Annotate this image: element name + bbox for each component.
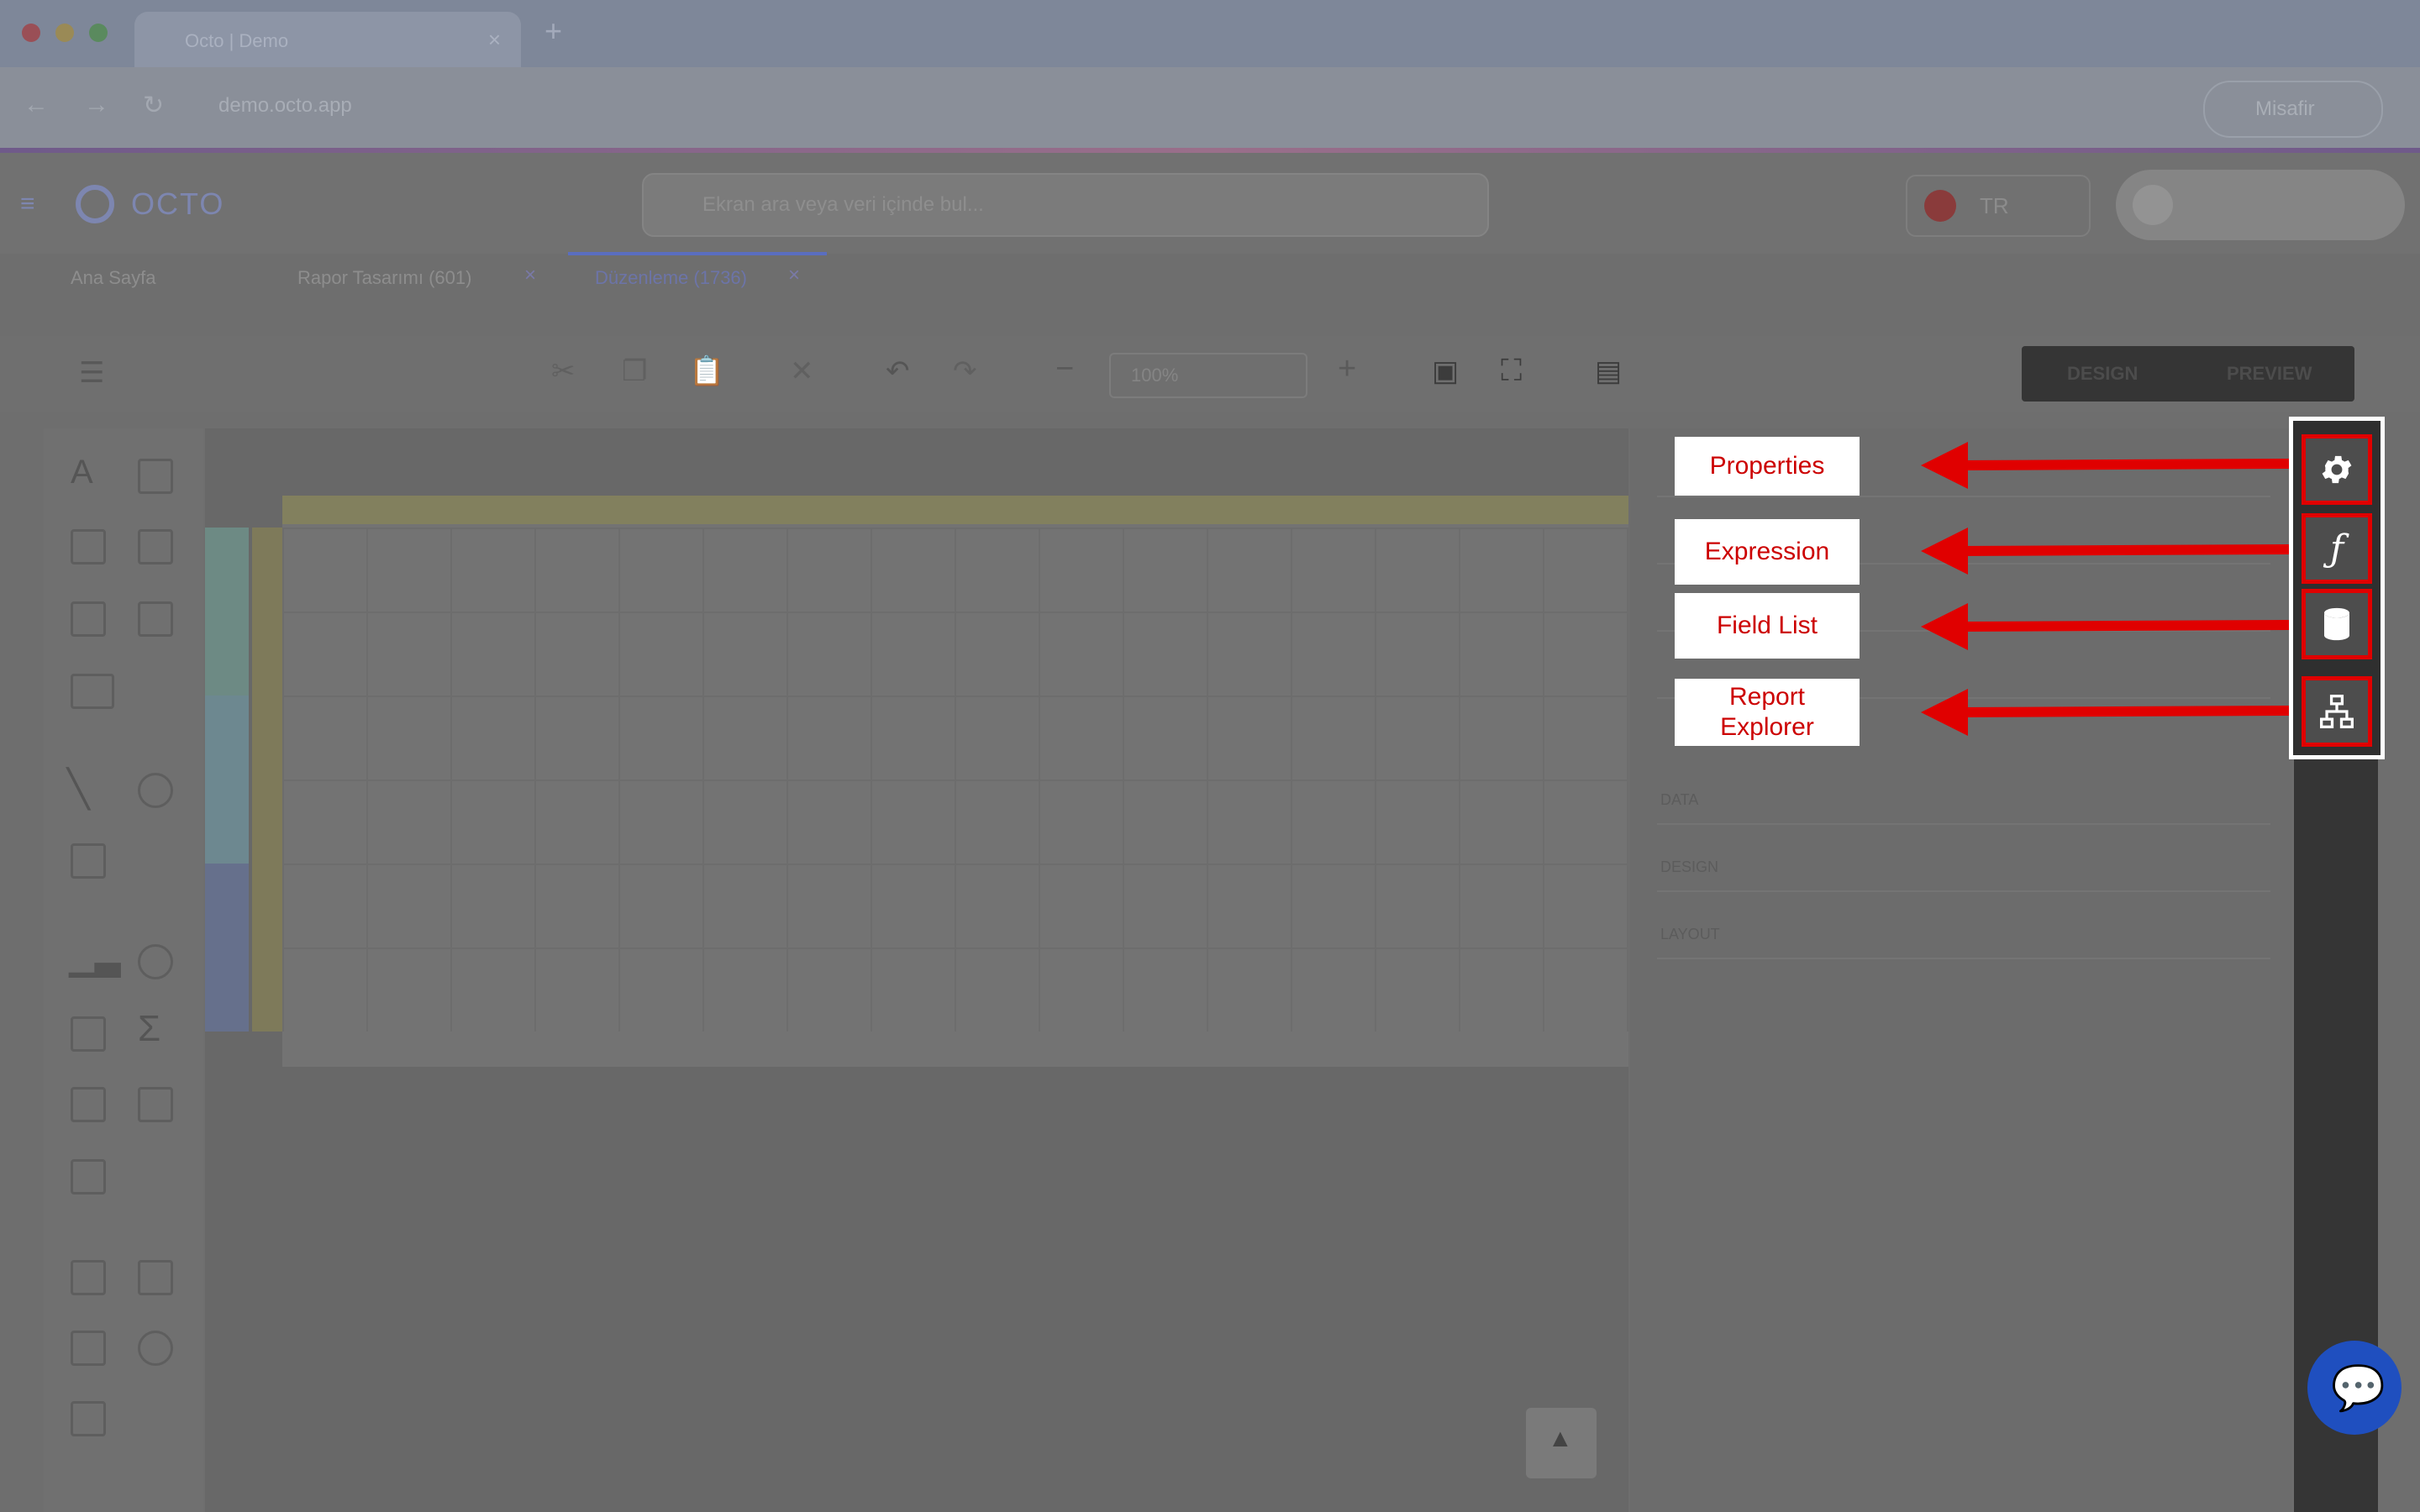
arrowhead-report-explorer <box>1921 689 1968 736</box>
arrowhead-properties <box>1921 442 1968 489</box>
arrow-report-explorer <box>1957 706 2290 717</box>
chat-button[interactable]: 💬 <box>2307 1341 2402 1435</box>
annotation-arrows <box>1921 442 2290 736</box>
arrow-expression <box>1957 544 2290 556</box>
chat-icon: 💬 <box>2331 1364 2386 1413</box>
arrowhead-field-list <box>1921 603 1968 650</box>
arrow-properties <box>1957 459 2290 470</box>
arrowhead-expression <box>1921 528 1968 575</box>
arrow-field-list <box>1957 620 2290 632</box>
